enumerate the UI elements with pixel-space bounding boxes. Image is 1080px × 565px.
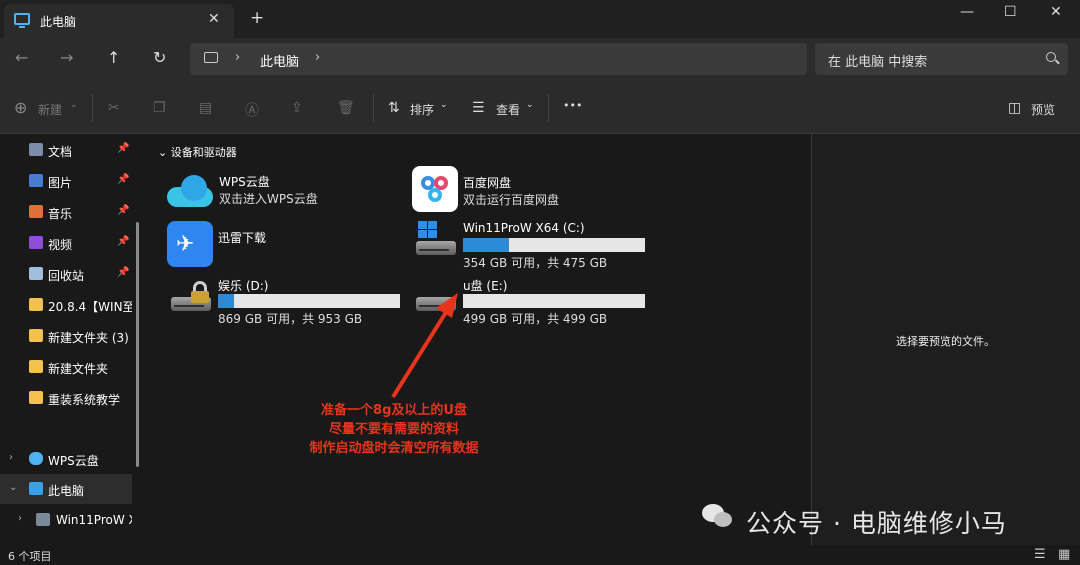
tiles-view-icon[interactable]: ▦: [1058, 547, 1070, 562]
annotation-line: 制作启动盘时会清空所有数据: [309, 441, 479, 456]
status-bar: 6 个项目 ☰ ▦: [0, 545, 1080, 565]
watermark-text: 公众号 · 电脑维修小马: [746, 509, 1007, 538]
annotation-line: 尽量不要有需要的资料: [328, 422, 459, 437]
watermark: 公众号 · 电脑维修小马: [694, 500, 1074, 540]
preview-pane: 选择要预览的文件。: [811, 134, 1080, 545]
annotation-line: 准备一个8g及以上的U盘: [321, 403, 467, 418]
details-view-icon[interactable]: ☰: [1034, 547, 1046, 562]
preview-message: 选择要预览的文件。: [896, 335, 995, 348]
wechat-icon: [702, 504, 732, 528]
item-count: 6 个项目: [8, 550, 52, 563]
annotation-text: 准备一个8g及以上的U盘 尽量不要有需要的资料 制作启动盘时会清空所有数据: [284, 401, 504, 458]
file-explorer-window: 此电脑 ✕ + — ☐ ✕ ← → ↑ ↻ › 此电脑 › 在 此电脑 中搜索 …: [0, 0, 1080, 565]
